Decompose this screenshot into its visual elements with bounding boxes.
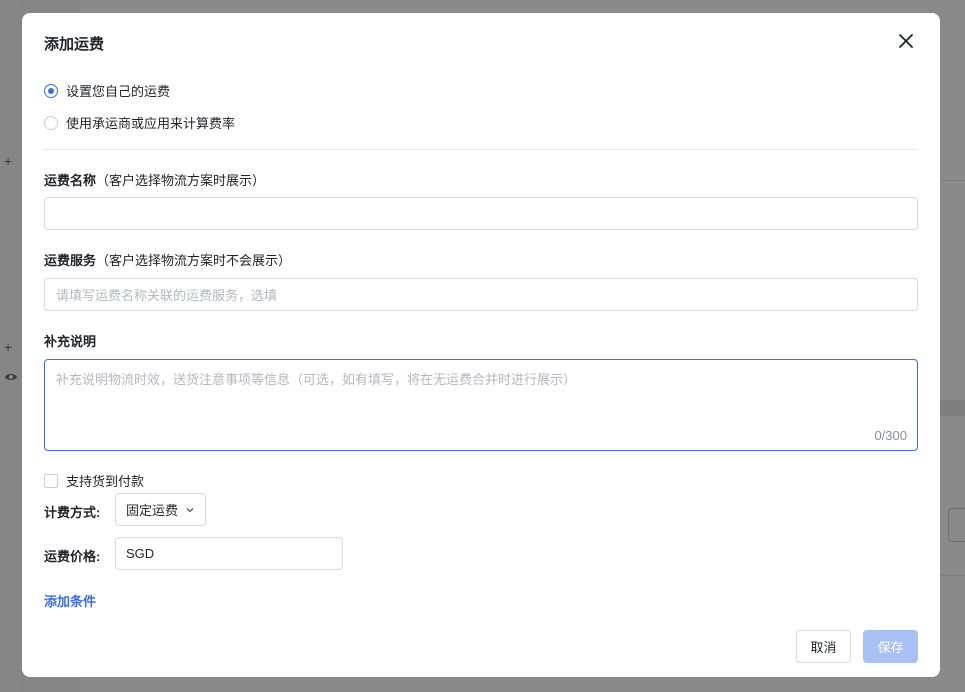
billing-method-value: 固定运费 [126,503,179,518]
shipping-service-placeholder: 请填写运费名称关联的运费服务，选填 [56,288,278,303]
cancel-button[interactable]: 取消 [796,630,851,663]
background-box [948,508,965,542]
background-divider [940,180,965,181]
save-button[interactable]: 保存 [863,630,918,663]
add-condition-link[interactable]: 添加条件 [44,591,96,610]
radio-button-checked[interactable] [44,83,58,98]
add-shipping-dialog: 添加运费 设置您自己的运费 使用承运商或应用来计算费率 运费名称（客户选择物流方… [22,13,940,677]
background-divider [940,400,965,416]
radio-own-rate[interactable]: 设置您自己的运费 [44,81,170,100]
radio-carrier-rate[interactable]: 使用承运商或应用来计算费率 [44,113,235,132]
cod-label: 支持货到付款 [66,474,145,489]
radio-label: 设置您自己的运费 [66,84,171,99]
close-button[interactable] [894,29,918,53]
background-divider [940,575,965,576]
notes-placeholder: 补充说明物流时效，送货注意事项等信息（可选，如有填写，将在无运费合并时进行展示） [56,372,577,387]
shipping-name-input[interactable] [44,197,918,230]
dialog-title: 添加运费 [44,36,105,53]
shipping-service-label: 运费服务（客户选择物流方案时不会展示） [44,250,291,269]
notes-label: 补充说明 [44,334,97,349]
price-label: 运费价格: [44,549,101,564]
notes-textarea[interactable]: 补充说明物流时效，送货注意事项等信息（可选，如有填写，将在无运费合并时进行展示）… [44,359,918,451]
plus-icon: + [4,339,13,355]
shipping-service-label-text: 运费服务 [44,253,97,268]
shipping-name-label-text: 运费名称 [44,173,97,188]
shipping-name-label: 运费名称（客户选择物流方案时展示） [44,170,265,189]
chevron-down-icon [186,507,194,512]
radio-button[interactable] [44,115,58,130]
cod-checkbox[interactable] [44,473,58,488]
billing-method-select[interactable]: 固定运费 [115,493,206,526]
character-counter: 0/300 [874,428,907,443]
divider [44,149,918,150]
cod-checkbox-row[interactable]: 支持货到付款 [44,471,144,490]
close-icon [899,34,913,48]
eye-icon [4,371,18,385]
shipping-name-label-hint: （客户选择物流方案时展示） [96,173,266,188]
shipping-service-label-hint: （客户选择物流方案时不会展示） [96,253,292,268]
radio-label: 使用承运商或应用来计算费率 [66,116,236,131]
plus-icon: + [4,153,13,169]
price-input[interactable]: SGD [115,537,343,570]
currency-prefix: SGD [126,546,155,561]
billing-method-label: 计费方式: [44,505,101,520]
shipping-service-input[interactable]: 请填写运费名称关联的运费服务，选填 [44,278,918,311]
